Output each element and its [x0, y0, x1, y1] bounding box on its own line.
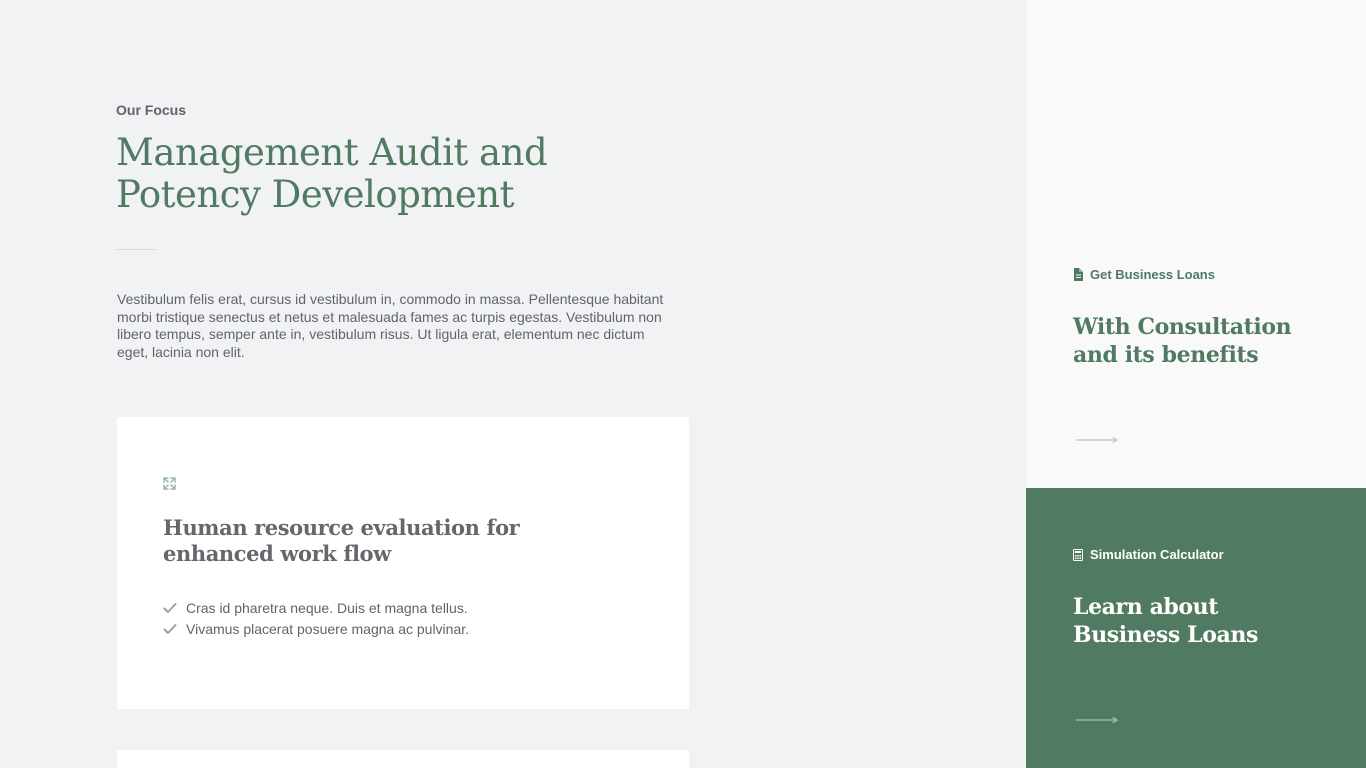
business-loans-label: Get Business Loans — [1073, 267, 1215, 282]
business-loans-panel[interactable]: Get Business Loans With Consultation and… — [1026, 0, 1366, 488]
calculator-icon — [1073, 548, 1083, 561]
expand-icon — [163, 477, 176, 490]
simulation-calculator-panel[interactable]: Simulation Calculator Learn about Busine… — [1026, 488, 1366, 768]
feature-card-next — [117, 750, 689, 768]
checklist-item-text: Cras id pharetra neque. Duis et magna te… — [186, 599, 468, 616]
document-icon — [1074, 268, 1083, 281]
business-loans-label-text: Get Business Loans — [1090, 267, 1215, 282]
feature-checklist: Cras id pharetra neque. Duis et magna te… — [163, 597, 469, 639]
business-loans-title: With Consultation and its benefits — [1073, 314, 1292, 368]
checklist-item-text: Vivamus placerat posuere magna ac pulvin… — [186, 620, 470, 637]
intro-paragraph: Vestibulum felis erat, cursus id vestibu… — [117, 291, 664, 360]
checklist-item: Cras id pharetra neque. Duis et magna te… — [163, 597, 469, 618]
feature-card: Human resource evaluation for enhanced w… — [117, 417, 689, 709]
simulation-calculator-title: Learn about Business Loans — [1073, 594, 1258, 648]
page-title: Management Audit and Potency Development — [116, 131, 548, 216]
check-icon — [163, 623, 177, 634]
focus-section: Our Focus Management Audit and Potency D… — [0, 0, 1026, 768]
title-divider — [116, 249, 156, 250]
feature-card-title: Human resource evaluation for enhanced w… — [163, 515, 520, 566]
checklist-item: Vivamus placerat posuere magna ac pulvin… — [163, 618, 469, 639]
arrow-right-icon[interactable] — [1076, 436, 1119, 444]
arrow-right-icon[interactable] — [1076, 716, 1119, 724]
page: Our Focus Management Audit and Potency D… — [0, 0, 1366, 768]
simulation-calculator-label-text: Simulation Calculator — [1090, 547, 1224, 562]
section-eyebrow: Our Focus — [116, 102, 187, 118]
simulation-calculator-label: Simulation Calculator — [1073, 547, 1224, 562]
check-icon — [163, 602, 177, 613]
side-panels: Get Business Loans With Consultation and… — [1026, 0, 1366, 768]
